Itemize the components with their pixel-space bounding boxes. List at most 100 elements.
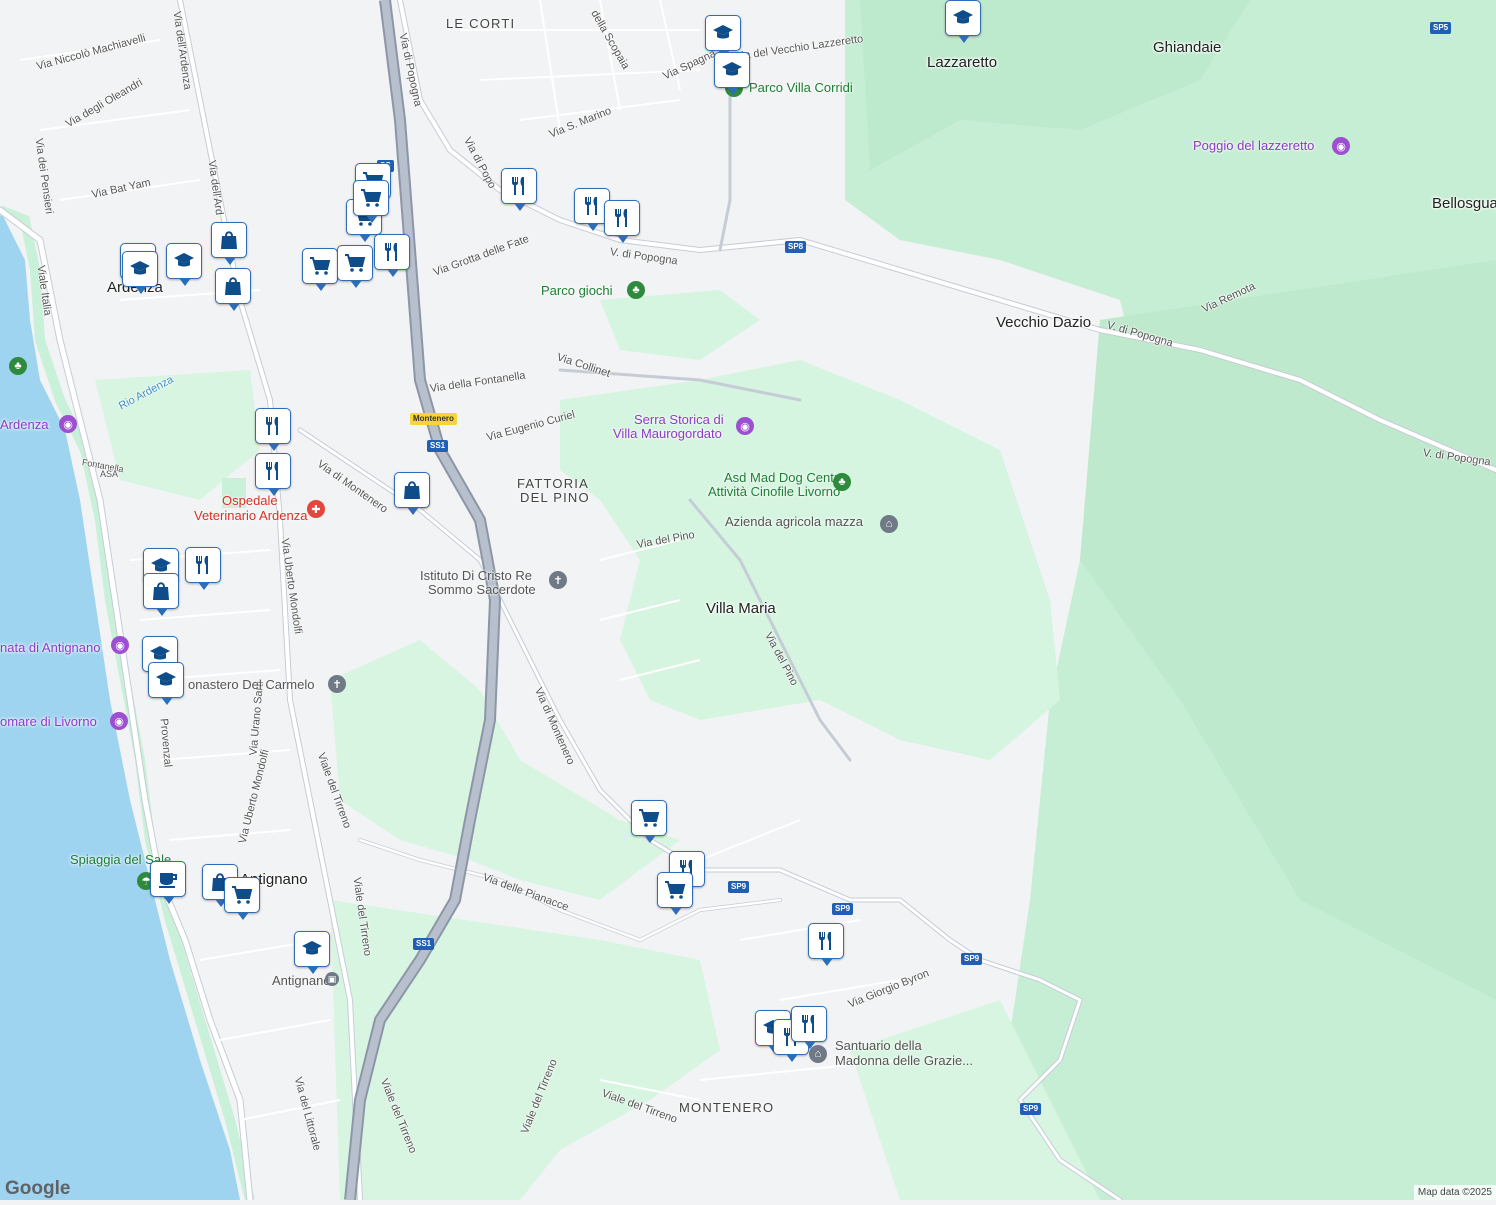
poi-label[interactable]: Asd Mad Dog Centro: [724, 471, 845, 484]
poi-label[interactable]: Azienda agricola mazza: [725, 515, 863, 528]
restaurant-icon: [380, 240, 404, 264]
place-label: MONTENERO: [679, 1100, 775, 1115]
poi-label[interactable]: Veterinario Ardenza: [194, 509, 307, 522]
restaurant-icon: [610, 206, 634, 230]
restaurant-icon: [814, 929, 838, 953]
park-pin-icon[interactable]: ♣: [627, 281, 645, 299]
church-pin-icon[interactable]: ✝: [549, 571, 567, 589]
shopping-bag-icon: [400, 478, 424, 502]
poi-label[interactable]: Madonna delle Grazie...: [835, 1054, 973, 1067]
road-shield: SP8: [785, 241, 807, 253]
school-marker[interactable]: [945, 0, 981, 43]
poi-label[interactable]: Poggio del lazzeretto: [1193, 139, 1314, 152]
restaurant-marker[interactable]: [185, 547, 221, 590]
restaurant-icon: [261, 414, 285, 438]
poi-label[interactable]: omare di Livorno: [0, 715, 97, 728]
shopping-cart-marker[interactable]: [302, 248, 338, 291]
road-shield: SP9: [961, 953, 983, 965]
place-label: Bellosgua: [1432, 195, 1496, 212]
school-icon: [711, 21, 735, 45]
camera-pin-icon[interactable]: ◉: [110, 712, 128, 730]
poi-label[interactable]: Attività Cinofile Livorno: [708, 485, 840, 498]
restaurant-icon: [580, 194, 604, 218]
poi-label[interactable]: Parco Villa Corridi: [749, 81, 853, 94]
shopping-cart-icon: [359, 186, 383, 210]
restaurant-marker[interactable]: [255, 453, 291, 496]
place-label: Vecchio Dazio: [996, 314, 1092, 331]
restaurant-icon: [191, 553, 215, 577]
place-label: Villa Maria: [706, 600, 776, 617]
poi-label[interactable]: Ardenza: [0, 418, 48, 431]
school-icon: [128, 257, 152, 281]
restaurant-icon: [261, 459, 285, 483]
map-canvas[interactable]: LE CORTI Lazzaretto Ghiandaie Bellosgua …: [0, 0, 1496, 1204]
shopping-bag-icon: [149, 579, 173, 603]
park-area: [600, 290, 760, 360]
train-station-icon[interactable]: ▣: [325, 972, 339, 986]
road-shield: SP9: [728, 881, 750, 893]
road-shield: SP5: [1430, 22, 1452, 34]
poi-label[interactable]: Sommo Sacerdote: [428, 583, 536, 596]
park-area: [330, 900, 720, 1200]
restaurant-marker[interactable]: [808, 923, 844, 966]
place-label: Lazzaretto: [927, 54, 998, 71]
shopping-cart-marker[interactable]: [353, 180, 389, 223]
road-shield: SP9: [832, 903, 854, 915]
shopping-cart-marker[interactable]: [337, 245, 373, 288]
shopping-cart-marker[interactable]: [657, 872, 693, 915]
school-icon: [172, 249, 196, 273]
camera-pin-icon[interactable]: ◉: [111, 636, 129, 654]
coffee-icon: [156, 867, 180, 891]
road-shield: SS1: [413, 938, 435, 950]
camera-pin-icon[interactable]: ◉: [736, 417, 754, 435]
restaurant-icon: [507, 174, 531, 198]
shopping-cart-icon: [230, 883, 254, 907]
restaurant-marker[interactable]: [791, 1006, 827, 1049]
shopping-cart-icon: [663, 878, 687, 902]
road-shield: SS1: [427, 440, 449, 452]
school-marker[interactable]: [148, 662, 184, 705]
school-marker[interactable]: [705, 15, 741, 58]
coffee-marker[interactable]: [150, 861, 186, 904]
map-attribution[interactable]: Map data ©2025: [1413, 1185, 1496, 1200]
restaurant-marker[interactable]: [604, 200, 640, 243]
restaurant-icon: [797, 1012, 821, 1036]
shopping-bag-marker[interactable]: [143, 573, 179, 616]
poi-label[interactable]: Antignano: [272, 974, 331, 987]
school-icon: [951, 6, 975, 30]
road-shield: Montenero: [410, 413, 457, 425]
restaurant-marker[interactable]: [501, 168, 537, 211]
camera-pin-icon[interactable]: ◉: [1332, 137, 1350, 155]
poi-label[interactable]: Parco giochi: [541, 284, 613, 297]
school-icon: [300, 937, 324, 961]
shopping-cart-marker[interactable]: [631, 800, 667, 843]
school-marker[interactable]: [122, 251, 158, 294]
poi-label[interactable]: Serra Storica di: [634, 413, 724, 426]
school-marker[interactable]: [166, 243, 202, 286]
camera-pin-icon[interactable]: ◉: [59, 415, 77, 433]
poi-label[interactable]: Istituto Di Cristo Re: [420, 569, 532, 582]
restaurant-marker[interactable]: [255, 408, 291, 451]
shopping-bag-icon: [217, 228, 241, 252]
poi-label[interactable]: Villa Maurogordato: [613, 427, 722, 440]
poi-label[interactable]: onastero Del Carmelo: [188, 678, 314, 691]
poi-label[interactable]: Santuario della: [835, 1039, 922, 1052]
place-label: DEL PINO: [520, 490, 590, 505]
shopping-cart-icon: [637, 806, 661, 830]
park-pin-icon[interactable]: ♣: [9, 357, 27, 375]
school-marker[interactable]: [714, 52, 750, 95]
place-label: LE CORTI: [446, 16, 516, 31]
school-marker[interactable]: [294, 931, 330, 974]
shopping-cart-marker[interactable]: [224, 877, 260, 920]
road-label: ASA: [100, 469, 119, 479]
restaurant-marker[interactable]: [374, 234, 410, 277]
hospital-pin-icon[interactable]: ✚: [307, 500, 325, 518]
shopping-bag-marker[interactable]: [394, 472, 430, 515]
park-pin-icon[interactable]: ♣: [833, 473, 851, 491]
church-pin-icon[interactable]: ✝: [328, 675, 346, 693]
shopping-bag-marker[interactable]: [215, 268, 251, 311]
poi-label[interactable]: nata di Antignano: [0, 641, 100, 654]
shopping-bag-marker[interactable]: [211, 222, 247, 265]
farm-pin-icon[interactable]: ⌂: [880, 515, 898, 533]
google-logo: Google: [5, 1178, 71, 1199]
